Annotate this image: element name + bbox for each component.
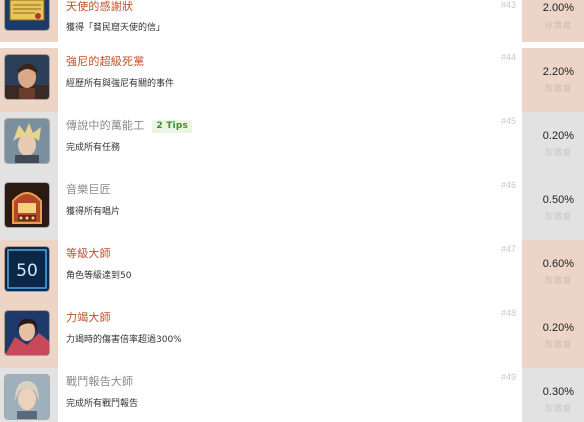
tips-badge[interactable]: 2 Tips xyxy=(152,120,193,133)
jukebox-icon xyxy=(5,183,49,227)
unlock-percent: 0.50% xyxy=(542,194,574,206)
achievement-row[interactable]: 強尼的超級死黨 經歷所有與強尼有關的事件 #44 2.20% 珍貴度 xyxy=(0,48,584,112)
achievement-row[interactable]: 傳說中的萬能工 2 Tips 完成所有任務 #45 0.20% 珍貴度 xyxy=(0,112,584,176)
rarity-label: 珍貴度 xyxy=(545,212,572,221)
unlock-percent: 0.20% xyxy=(542,130,574,142)
unlock-percent: 0.30% xyxy=(542,386,574,398)
stats-band: 0.30% 珍貴度 xyxy=(522,368,584,422)
achievement-number: #46 xyxy=(500,180,516,190)
achievement-description: 經歷所有與強尼有關的事件 xyxy=(66,79,175,89)
stats-band: 0.20% 珍貴度 xyxy=(522,112,584,176)
svg-text:50: 50 xyxy=(16,261,38,281)
achievement-description: 力竭時的傷害倍率超過300% xyxy=(66,335,182,345)
achievement-title: 強尼的超級死黨 xyxy=(66,55,145,68)
achievement-description: 獲得「貧民窟天使的信」 xyxy=(66,23,166,33)
achievement-row[interactable]: 戰鬥報告大師 完成所有戰鬥報告 #49 0.30% 珍貴度 xyxy=(0,368,584,422)
stats-band: 2.00% 珍貴度 xyxy=(522,0,584,42)
letter-icon xyxy=(5,0,49,30)
johnny-portrait-icon xyxy=(5,55,49,99)
achievement-number: #45 xyxy=(500,116,516,126)
achievement-title: 力竭大師 xyxy=(66,311,111,324)
achievement-description: 完成所有戰鬥報告 xyxy=(66,399,139,409)
achievement-title: 天使的感謝狀 xyxy=(66,0,134,13)
rarity-label: 珍貴度 xyxy=(545,84,572,93)
achievement-row[interactable]: 音樂巨匠 獲得所有唱片 #46 0.50% 珍貴度 xyxy=(0,176,584,240)
rarity-label: 珍貴度 xyxy=(545,21,572,30)
cloud-portrait-icon xyxy=(5,119,49,163)
unlock-percent: 0.20% xyxy=(542,322,574,334)
achievement-title: 戰鬥報告大師 xyxy=(66,375,134,388)
stats-band: 2.20% 珍貴度 xyxy=(522,48,584,112)
achievement-title: 傳說中的萬能工 2 Tips xyxy=(66,119,193,133)
rarity-label: 珍貴度 xyxy=(545,276,572,285)
achievement-list: 天使的感謝狀 獲得「貧民窟天使的信」 #43 2.00% 珍貴度 強尼的超級死黨… xyxy=(0,0,584,422)
rarity-label: 珍貴度 xyxy=(545,340,572,349)
achievement-number: #44 xyxy=(500,52,516,62)
achievement-title: 等級大師 xyxy=(66,247,111,260)
level-50-icon: 50 xyxy=(5,247,49,291)
achievement-number: #47 xyxy=(500,244,516,254)
achievement-description: 角色等級達到50 xyxy=(66,271,132,281)
tifa-portrait-icon xyxy=(5,311,49,355)
achievement-number: #49 xyxy=(500,372,516,382)
achievement-row[interactable]: 力竭大師 力竭時的傷害倍率超過300% #48 0.20% 珍貴度 xyxy=(0,304,584,368)
stats-band: 0.50% 珍貴度 xyxy=(522,176,584,240)
unlock-percent: 2.00% xyxy=(542,2,574,14)
stats-band: 0.20% 珍貴度 xyxy=(522,304,584,368)
aerith-portrait-icon xyxy=(5,375,49,419)
rarity-label: 珍貴度 xyxy=(545,148,572,157)
unlock-percent: 2.20% xyxy=(542,66,574,78)
rarity-label: 珍貴度 xyxy=(545,404,572,413)
achievement-number: #48 xyxy=(500,308,516,318)
achievement-row[interactable]: 天使的感謝狀 獲得「貧民窟天使的信」 #43 2.00% 珍貴度 xyxy=(0,0,584,42)
stats-band: 0.60% 珍貴度 xyxy=(522,240,584,304)
achievement-number: #43 xyxy=(500,0,516,10)
achievement-description: 獲得所有唱片 xyxy=(66,207,121,217)
achievement-title: 音樂巨匠 xyxy=(66,183,111,196)
unlock-percent: 0.60% xyxy=(542,258,574,270)
achievement-row[interactable]: 50 等級大師 角色等級達到50 #47 0.60% 珍貴度 xyxy=(0,240,584,304)
achievement-description: 完成所有任務 xyxy=(66,143,121,153)
